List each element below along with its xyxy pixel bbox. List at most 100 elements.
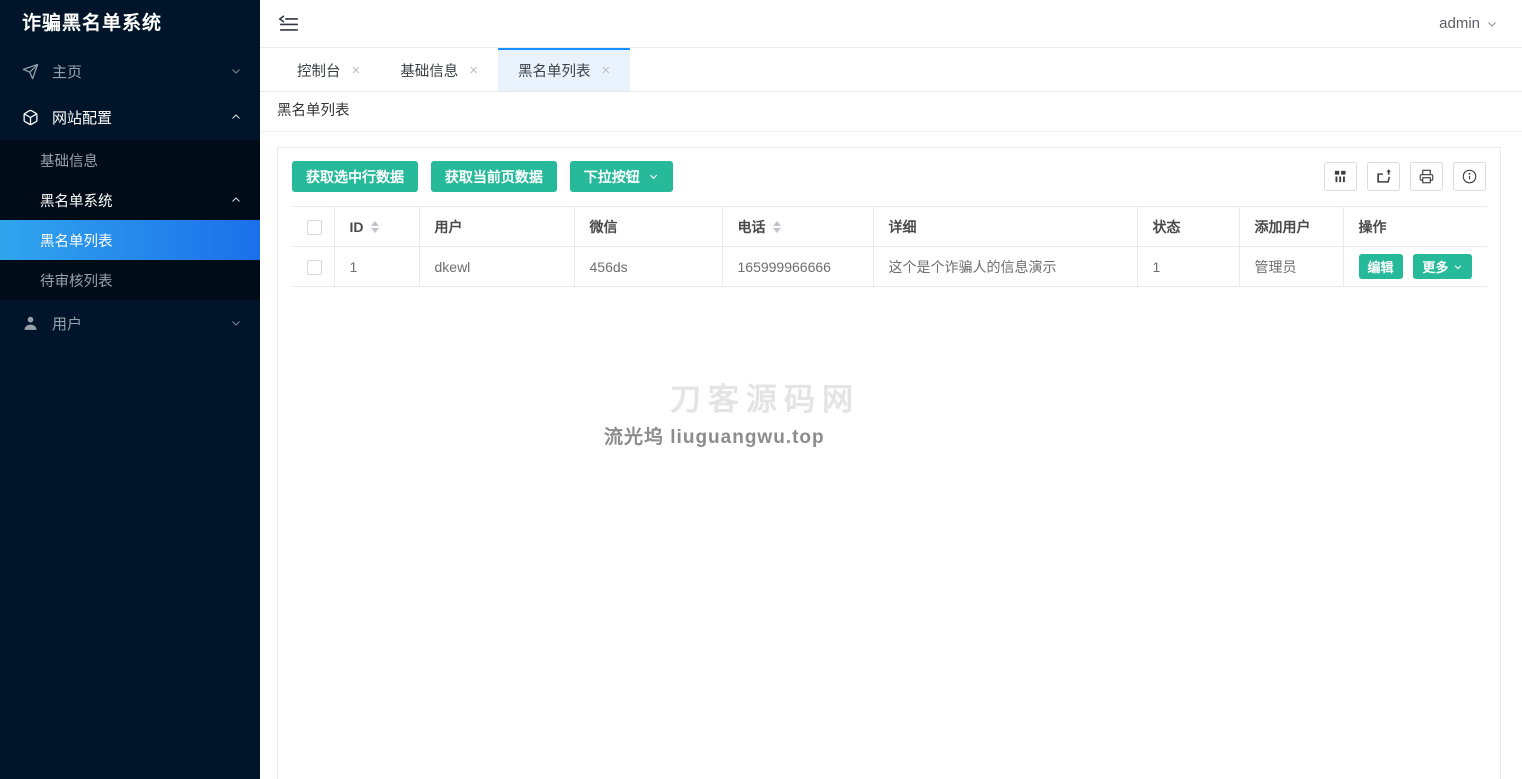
column-header-phone[interactable]: 电话 bbox=[722, 207, 873, 247]
sidebar-item-label: 基础信息 bbox=[40, 150, 242, 171]
user-icon bbox=[22, 315, 39, 332]
sidebar-item-label: 待审核列表 bbox=[40, 270, 242, 291]
get-selected-rows-button[interactable]: 获取选中行数据 bbox=[292, 161, 418, 192]
table-row[interactable]: 1 dkewl 456ds 165999966666 这个是个诈骗人的信息演示 … bbox=[292, 247, 1486, 287]
button-label: 获取选中行数据 bbox=[306, 167, 404, 187]
tab-label: 黑名单列表 bbox=[518, 60, 591, 81]
dropdown-button[interactable]: 下拉按钮 bbox=[570, 161, 673, 192]
column-header-added-by: 添加用户 bbox=[1239, 207, 1343, 247]
table-card: 获取选中行数据 获取当前页数据 下拉按钮 bbox=[277, 147, 1501, 779]
chevron-down-icon bbox=[648, 171, 659, 182]
tab-label: 控制台 bbox=[297, 60, 341, 81]
tab-basic-info[interactable]: 基础信息 × bbox=[380, 48, 498, 91]
chevron-up-icon bbox=[230, 111, 242, 123]
table-header-row: ID 用户 微信 电话 详细 状态 bbox=[292, 207, 1486, 247]
cell-phone: 165999966666 bbox=[722, 247, 873, 287]
chevron-down-icon bbox=[230, 317, 242, 329]
sidebar-submenu-site-config: 基础信息 黑名单系统 黑名单列表 待审核列表 bbox=[0, 140, 260, 300]
toolbar-icon-buttons bbox=[1318, 162, 1486, 192]
cell-user: dkewl bbox=[419, 247, 574, 287]
info-button[interactable] bbox=[1453, 162, 1486, 191]
column-label: 详细 bbox=[889, 219, 917, 235]
sidebar-item-label: 黑名单系统 bbox=[40, 190, 230, 211]
export-button[interactable] bbox=[1367, 162, 1400, 191]
cell-wechat: 456ds bbox=[574, 247, 722, 287]
sidebar-item-home[interactable]: 主页 bbox=[0, 48, 260, 94]
column-header-actions: 操作 bbox=[1343, 207, 1486, 247]
sidebar-item-basic-info[interactable]: 基础信息 bbox=[0, 140, 260, 180]
menu-fold-icon bbox=[278, 13, 300, 35]
sidebar-item-label: 网站配置 bbox=[52, 107, 230, 128]
column-label: ID bbox=[350, 219, 364, 235]
select-all-cell bbox=[292, 207, 334, 247]
sidebar-item-users[interactable]: 用户 bbox=[0, 300, 260, 346]
content-area: 刀客源码网 流光坞 liuguangwu.top 获取选中行数据 获取当前页数据… bbox=[260, 132, 1522, 779]
column-label: 电话 bbox=[738, 217, 766, 237]
table-toolbar: 获取选中行数据 获取当前页数据 下拉按钮 bbox=[278, 148, 1500, 206]
columns-icon bbox=[1333, 169, 1348, 184]
button-label: 下拉按钮 bbox=[584, 167, 640, 187]
sidebar: 诈骗黑名单系统 主页 网站配置 基础信息 黑名单系统 黑名单列表 待审核列表 用… bbox=[0, 0, 260, 779]
chevron-up-icon bbox=[230, 194, 242, 206]
toggle-columns-button[interactable] bbox=[1324, 162, 1357, 191]
edit-button[interactable]: 编辑 bbox=[1359, 254, 1403, 279]
chevron-down-icon bbox=[1486, 18, 1498, 30]
print-button[interactable] bbox=[1410, 162, 1443, 191]
column-label: 操作 bbox=[1359, 219, 1387, 235]
user-name: admin bbox=[1439, 15, 1480, 32]
sort-icon[interactable] bbox=[371, 221, 379, 233]
close-icon[interactable]: × bbox=[469, 63, 478, 78]
column-header-wechat: 微信 bbox=[574, 207, 722, 247]
cell-id: 1 bbox=[334, 247, 419, 287]
send-icon bbox=[22, 63, 39, 80]
column-label: 状态 bbox=[1153, 219, 1181, 235]
chevron-down-icon bbox=[1453, 262, 1463, 272]
sidebar-item-pending-review-list[interactable]: 待审核列表 bbox=[0, 260, 260, 300]
row-checkbox[interactable] bbox=[307, 260, 322, 275]
cell-actions: 编辑 更多 bbox=[1343, 247, 1486, 287]
sort-icon[interactable] bbox=[773, 221, 781, 233]
cell-detail: 这个是个诈骗人的信息演示 bbox=[873, 247, 1137, 287]
sidebar-item-label: 主页 bbox=[52, 61, 230, 82]
main-area: admin 控制台 × 基础信息 × 黑名单列表 × 黑名单列表 刀客源码网 流… bbox=[260, 0, 1522, 779]
button-label: 获取当前页数据 bbox=[445, 167, 543, 187]
sidebar-item-label: 黑名单列表 bbox=[40, 230, 242, 251]
collapse-sidebar-button[interactable] bbox=[278, 13, 300, 35]
select-all-checkbox[interactable] bbox=[307, 220, 322, 235]
column-header-detail: 详细 bbox=[873, 207, 1137, 247]
cube-icon bbox=[22, 109, 39, 126]
cell-added-by: 管理员 bbox=[1239, 247, 1343, 287]
row-select-cell bbox=[292, 247, 334, 287]
print-icon bbox=[1419, 169, 1434, 184]
column-label: 微信 bbox=[590, 219, 618, 235]
user-menu[interactable]: admin bbox=[1439, 15, 1498, 32]
column-header-user: 用户 bbox=[419, 207, 574, 247]
info-icon bbox=[1462, 169, 1477, 184]
button-label: 更多 bbox=[1422, 257, 1448, 276]
get-current-page-button[interactable]: 获取当前页数据 bbox=[431, 161, 557, 192]
sidebar-item-blacklist-list[interactable]: 黑名单列表 bbox=[0, 220, 260, 260]
column-header-id[interactable]: ID bbox=[334, 207, 419, 247]
top-bar: admin bbox=[260, 0, 1522, 48]
sidebar-item-blacklist-system[interactable]: 黑名单系统 bbox=[0, 180, 260, 220]
toolbar-buttons: 获取选中行数据 获取当前页数据 下拉按钮 bbox=[292, 161, 682, 192]
close-icon[interactable]: × bbox=[352, 63, 361, 78]
chevron-down-icon bbox=[230, 65, 242, 77]
tab-blacklist-list[interactable]: 黑名单列表 × bbox=[498, 48, 630, 91]
column-header-status: 状态 bbox=[1137, 207, 1239, 247]
app-title: 诈骗黑名单系统 bbox=[0, 0, 260, 48]
column-label: 用户 bbox=[435, 219, 463, 235]
close-icon[interactable]: × bbox=[602, 63, 611, 78]
more-button[interactable]: 更多 bbox=[1413, 254, 1472, 279]
cell-status: 1 bbox=[1137, 247, 1239, 287]
sidebar-item-site-config[interactable]: 网站配置 bbox=[0, 94, 260, 140]
button-label: 编辑 bbox=[1368, 257, 1394, 276]
sidebar-item-label: 用户 bbox=[52, 313, 230, 334]
page-title: 黑名单列表 bbox=[260, 92, 1522, 132]
export-icon bbox=[1376, 168, 1392, 184]
tab-label: 基础信息 bbox=[400, 60, 458, 81]
column-label: 添加用户 bbox=[1255, 219, 1311, 235]
tab-console[interactable]: 控制台 × bbox=[277, 48, 380, 91]
blacklist-table: ID 用户 微信 电话 详细 状态 bbox=[292, 206, 1486, 287]
tabs-bar: 控制台 × 基础信息 × 黑名单列表 × bbox=[260, 48, 1522, 92]
